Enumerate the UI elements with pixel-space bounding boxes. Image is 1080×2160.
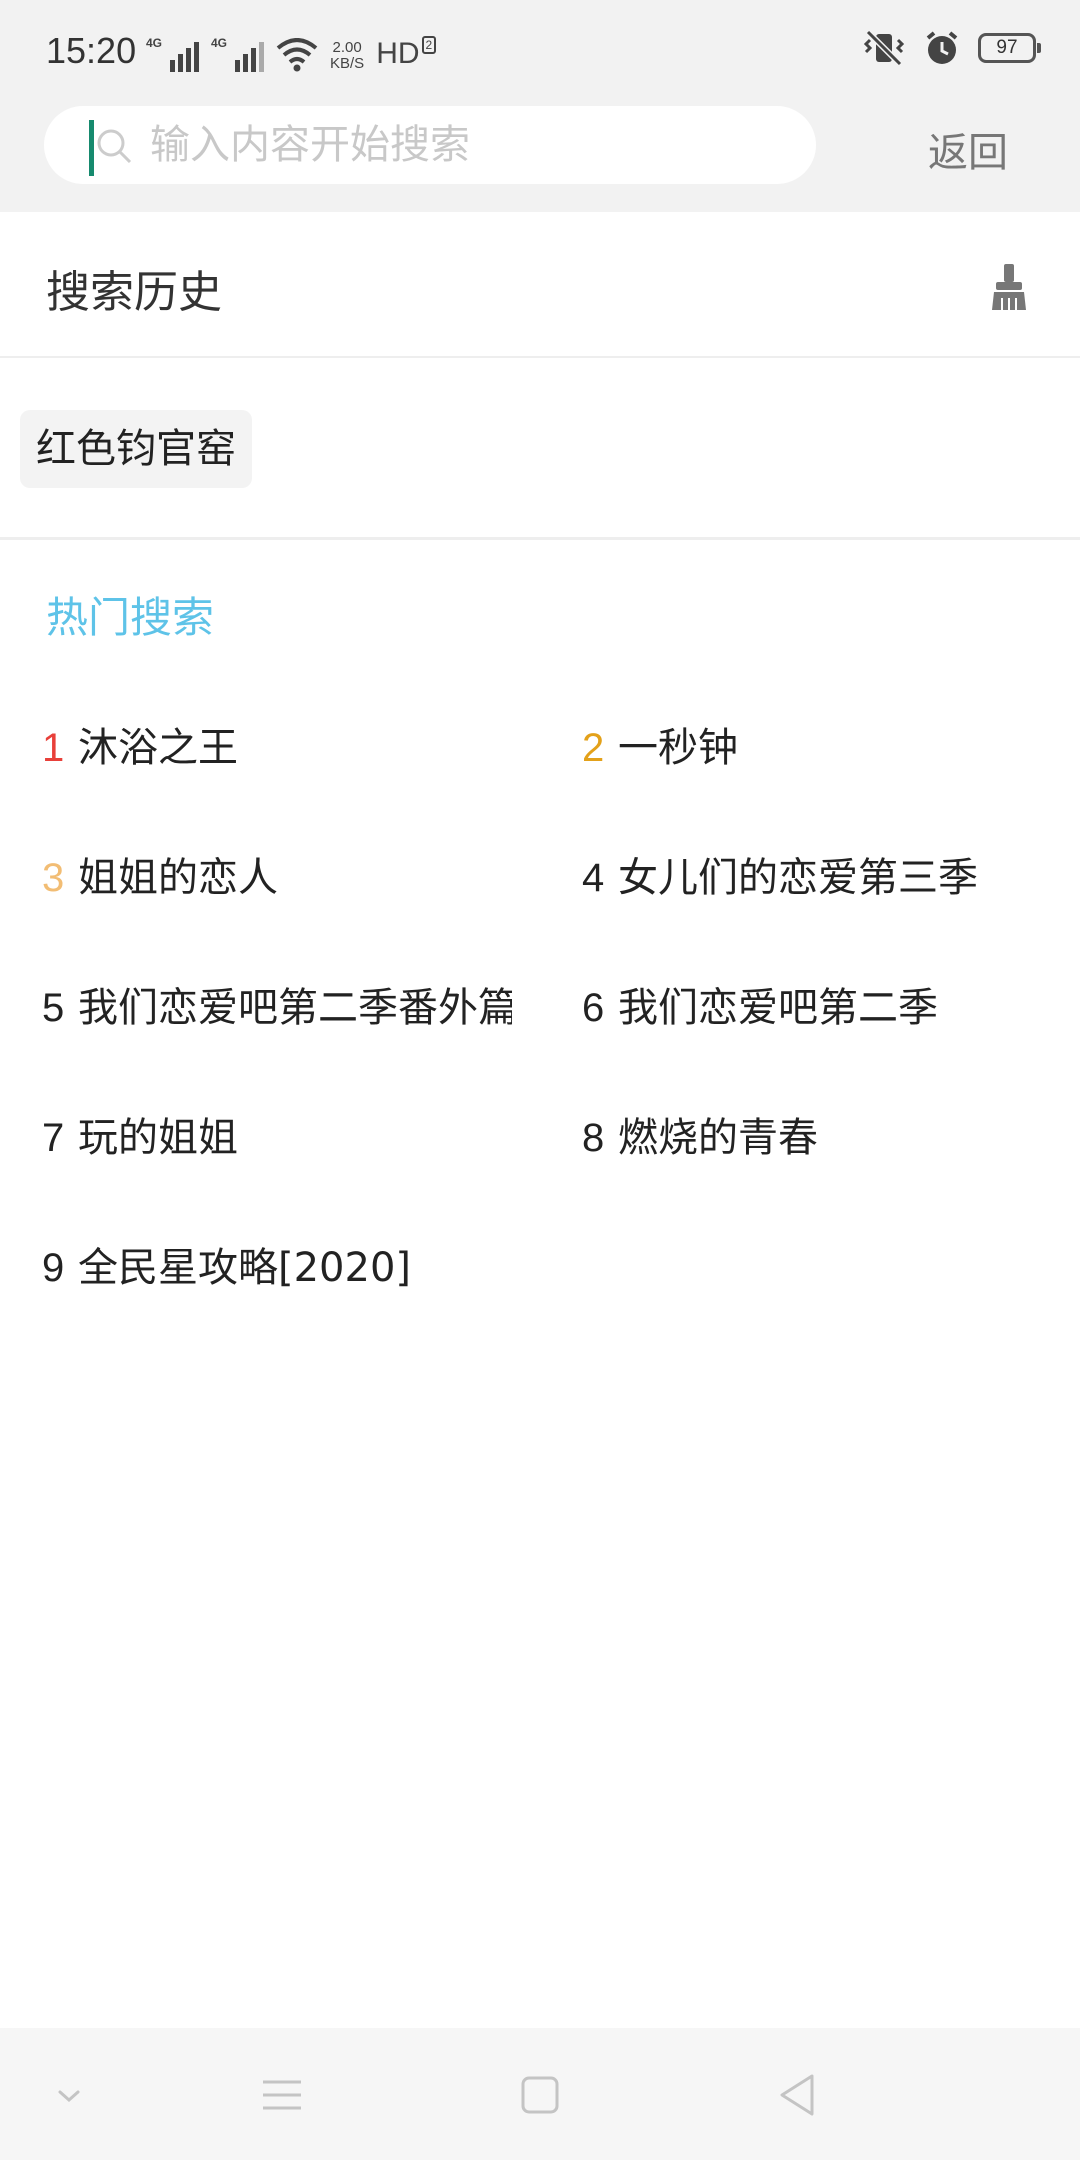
search-icon xyxy=(97,129,132,164)
hot-item[interactable]: 1 沐浴之王 xyxy=(42,718,512,778)
battery-icon: 97 xyxy=(978,33,1041,63)
vibrate-mute-icon xyxy=(863,30,905,66)
hot-search-title: 热门搜索 xyxy=(46,593,215,642)
hd-sub: 2 xyxy=(421,36,437,54)
hot-item[interactable]: 9 全民星攻略[2020] xyxy=(42,1238,512,1298)
network-speed: 2.00 KB/S xyxy=(330,40,364,72)
wifi-icon xyxy=(276,38,318,72)
hot-rank: 1 xyxy=(42,726,65,770)
hot-name: 玩的姐姐 xyxy=(78,1115,238,1161)
hot-rank: 3 xyxy=(42,856,65,900)
navigation-bar xyxy=(0,2028,1080,2160)
signal-icon: 4G xyxy=(211,36,264,72)
home-square-icon[interactable] xyxy=(513,2068,567,2122)
status-left-icons: 4G 4G 2.00 KB/S HD 2 xyxy=(146,32,437,72)
hot-rank: 4 xyxy=(582,856,605,900)
menu-icon[interactable] xyxy=(255,2068,309,2122)
hd-indicator: HD 2 xyxy=(376,36,437,72)
signal-icon: 4G xyxy=(146,36,199,72)
hot-rank: 5 xyxy=(42,986,65,1030)
speed-value: 2.00 xyxy=(332,39,362,56)
network-type-label: 4G xyxy=(146,36,163,50)
hot-name: 燃烧的青春 xyxy=(618,1115,818,1161)
history-title: 搜索历史 xyxy=(46,267,222,318)
alarm-icon xyxy=(926,31,958,64)
hd-label: HD xyxy=(376,37,420,70)
status-bar: 15:20 4G 4G 2.00 KB/S HD 2 97 xyxy=(0,0,1080,104)
status-time: 15:20 xyxy=(46,30,137,71)
back-triangle-icon[interactable] xyxy=(770,2068,824,2122)
hot-name: 我们恋爱吧第二季 xyxy=(618,985,938,1031)
hot-name: 全民星攻略[2020] xyxy=(78,1245,412,1291)
hot-item[interactable]: 2 一秒钟 xyxy=(582,718,1052,778)
broom-icon[interactable] xyxy=(990,264,1028,312)
hot-name: 一秒钟 xyxy=(618,725,738,771)
history-list: 红色钧官窑 xyxy=(0,360,1080,540)
hot-name: 我们恋爱吧第二季番外篇 xyxy=(78,985,512,1031)
search-header: 返回 xyxy=(0,104,1080,212)
hot-item[interactable]: 8 燃烧的青春 xyxy=(582,1108,1052,1168)
hot-rank: 9 xyxy=(42,1246,65,1290)
hot-name: 沐浴之王 xyxy=(78,725,238,771)
hot-item[interactable]: 7 玩的姐姐 xyxy=(42,1108,512,1168)
hot-rank: 6 xyxy=(582,986,605,1030)
hot-item[interactable]: 3 姐姐的恋人 xyxy=(42,848,512,908)
hot-name: 女儿们的恋爱第三季 xyxy=(618,855,978,901)
hot-item[interactable]: 4 女儿们的恋爱第三季 xyxy=(582,848,1052,908)
speed-unit: KB/S xyxy=(330,55,365,72)
chevron-down-icon[interactable] xyxy=(42,2068,96,2122)
hot-rank: 7 xyxy=(42,1116,65,1160)
hot-rank: 2 xyxy=(582,726,605,770)
history-header: 搜索历史 xyxy=(0,212,1080,358)
hot-item[interactable]: 6 我们恋爱吧第二季 xyxy=(582,978,1052,1038)
hot-rank: 8 xyxy=(582,1116,605,1160)
history-chip[interactable]: 红色钧官窑 xyxy=(20,410,252,488)
network-type-label: 4G xyxy=(211,36,228,50)
search-box[interactable] xyxy=(44,106,816,184)
hot-item[interactable]: 5 我们恋爱吧第二季番外篇 xyxy=(42,978,512,1038)
status-right-icons: 97 xyxy=(862,30,1041,66)
search-input[interactable] xyxy=(150,106,790,184)
hot-name: 姐姐的恋人 xyxy=(78,855,278,901)
back-button[interactable]: 返回 xyxy=(928,120,1008,178)
